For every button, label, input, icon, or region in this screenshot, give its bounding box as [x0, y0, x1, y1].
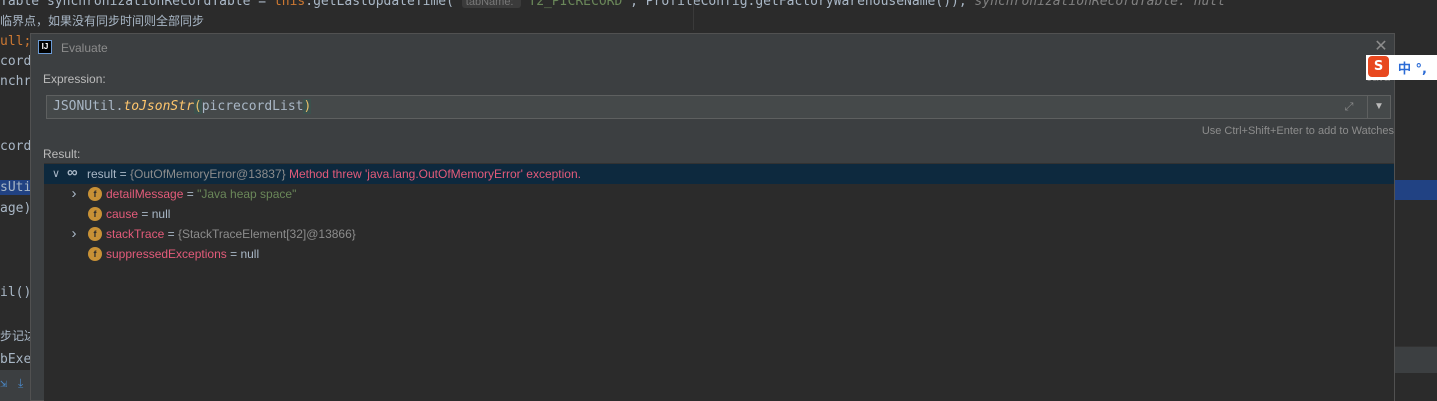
dialog-title-bar[interactable]: IJ Evaluate ✕	[31, 34, 1394, 62]
watch-result-icon: ∞	[67, 164, 78, 181]
code-token: "T2_PICRECORD"	[520, 0, 631, 9]
expand-icon[interactable]: ⤢	[1342, 100, 1356, 114]
code-line: sUti	[0, 180, 32, 195]
expression-text[interactable]: JSONUtil.toJsonStr(picrecordList)	[53, 99, 312, 114]
field-icon: f	[88, 227, 102, 241]
tree-row-field[interactable]: f cause = null	[44, 204, 1394, 224]
code-line: cord	[0, 139, 31, 154]
field-value: "Java heap space"	[197, 187, 297, 201]
expression-close-paren: )	[303, 99, 312, 114]
code-token: age)	[0, 201, 32, 216]
ime-mode-text: 中 °,	[1398, 62, 1427, 77]
history-dropdown-button[interactable]: ▼	[1367, 96, 1390, 118]
field-name: stackTrace	[106, 227, 165, 241]
field-name: suppressedExceptions	[106, 247, 227, 261]
result-label: Result:	[43, 147, 81, 161]
expression-method: toJsonStr	[123, 99, 194, 114]
tree-row-field[interactable]: › f detailMessage = "Java heap space"	[44, 184, 1394, 204]
tree-row-result[interactable]: ∨ ∞ result = {OutOfMemoryError@13837} Me…	[44, 164, 1394, 184]
watch-hint: Use Ctrl+Shift+Enter to add to Watches	[1201, 125, 1394, 137]
code-token: 临界点，如果没有同步时间则全部同步	[0, 14, 205, 28]
editor-split-divider	[693, 0, 694, 30]
code-token: .getLastUpdateTime(	[305, 0, 462, 9]
code-line: il()	[0, 285, 31, 300]
code-line: 临界点，如果没有同步时间则全部同步	[0, 12, 204, 29]
chevron-down-icon[interactable]: ∨	[50, 164, 62, 184]
code-line: nchr	[0, 74, 31, 89]
code-token: il()	[0, 285, 32, 300]
code-token: nchr	[0, 74, 32, 89]
bottom-tool-strip: ⇲ ⤓	[0, 370, 30, 401]
field-equals: =	[226, 247, 241, 261]
field-icon: f	[88, 207, 102, 221]
field-name: detailMessage	[106, 187, 184, 201]
dialog-title: Evaluate	[61, 41, 108, 55]
code-token: ull;	[0, 34, 32, 49]
expression-label: Expression:	[43, 72, 106, 86]
code-token: tabName:	[461, 0, 521, 8]
chevron-right-icon[interactable]: ›	[68, 184, 80, 204]
code-token: cord	[0, 54, 32, 69]
result-tree[interactable]: ∨ ∞ result = {OutOfMemoryError@13837} Me…	[44, 163, 1394, 401]
code-line: age)	[0, 201, 31, 216]
code-line: Table synchronizationRecordTable = this.…	[0, 0, 1225, 9]
expression-receiver: JSONUtil.	[53, 99, 124, 114]
download-icon[interactable]: ⤓	[18, 376, 23, 391]
close-icon[interactable]: ✕	[1372, 38, 1390, 56]
field-equals: =	[183, 187, 198, 201]
tree-row-field[interactable]: f suppressedExceptions = null	[44, 244, 1394, 264]
result-equals: =	[116, 167, 131, 181]
ime-indicator[interactable]: S 中 °,	[1366, 55, 1437, 80]
expression-open-paren: (	[193, 99, 202, 114]
code-line: cord	[0, 54, 31, 69]
expression-input[interactable]: JSONUtil.toJsonStr(picrecordList) ⤢ ▼	[46, 95, 1391, 119]
right-tool-strip	[1395, 346, 1437, 373]
field-name: cause	[106, 207, 139, 221]
code-token: , ProfileConfig.getFactoryWarehouseName(…	[630, 0, 975, 9]
field-equals: =	[164, 227, 178, 241]
sogou-ime-icon: S	[1368, 56, 1389, 77]
code-token: Table synchronizationRecordTable =	[0, 0, 274, 9]
intellij-app-icon: IJ	[38, 40, 52, 54]
result-error-message: Method threw 'java.lang.OutOfMemoryError…	[288, 167, 581, 181]
code-token: cord	[0, 139, 32, 154]
editor-current-line-highlight	[1395, 180, 1437, 200]
tree-row-field[interactable]: › f stackTrace = {StackTraceElement[32]@13…	[44, 224, 1394, 244]
field-value: {StackTraceElement[32]@13866}	[177, 227, 356, 241]
field-icon: f	[88, 187, 102, 201]
evaluate-dialog: IJ Evaluate ✕ Expression: Java JSONUtil.…	[30, 33, 1395, 401]
result-name: result	[87, 167, 117, 181]
result-type: {OutOfMemoryError@13837}	[130, 167, 286, 181]
code-line: ull;	[0, 34, 31, 49]
field-value: null	[151, 207, 171, 221]
chevron-down-icon: ▼	[1374, 101, 1384, 112]
field-icon: f	[88, 247, 102, 261]
expression-argument: picrecordList	[201, 99, 304, 114]
code-token: synchronizationRecordTable: null	[974, 0, 1225, 9]
code-token: this	[273, 0, 306, 9]
scroll-to-end-icon[interactable]: ⇲	[0, 376, 7, 390]
field-value: null	[240, 247, 260, 261]
code-token: sUti	[0, 180, 32, 195]
field-equals: =	[138, 207, 152, 221]
chevron-right-icon[interactable]: ›	[68, 224, 80, 244]
